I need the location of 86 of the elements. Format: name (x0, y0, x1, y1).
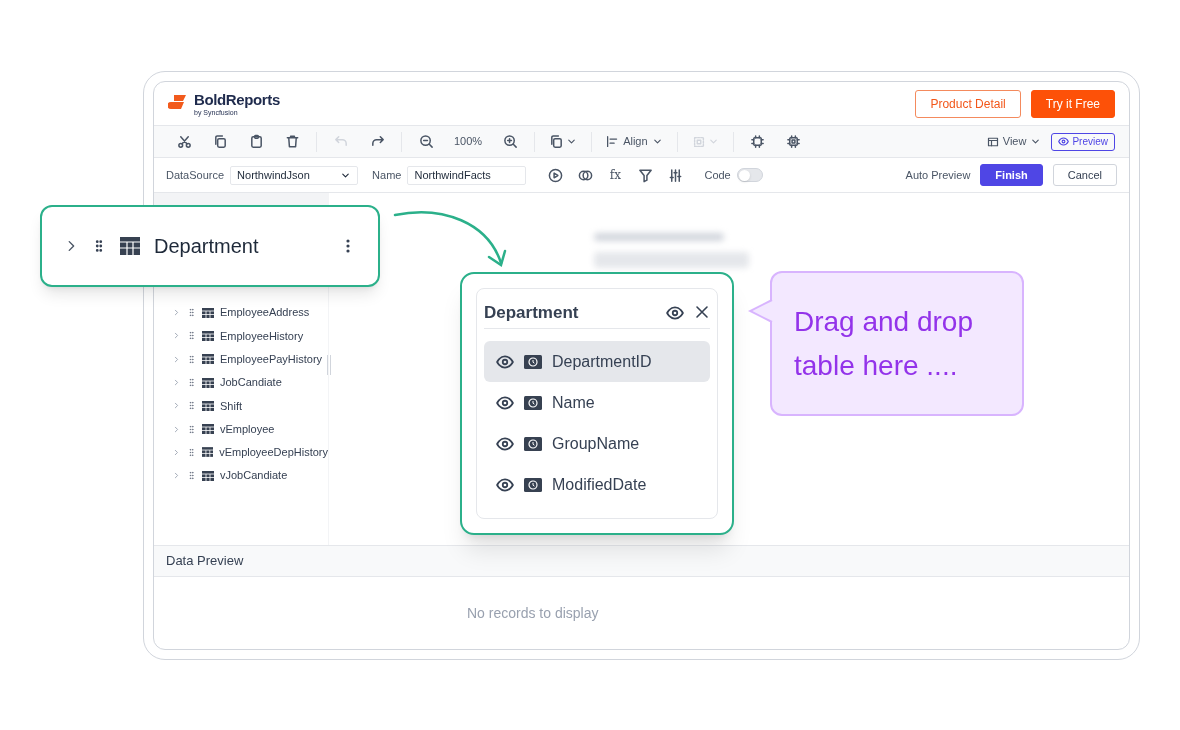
table-icon (202, 400, 214, 411)
drag-handle-icon (187, 471, 196, 481)
empty-message: No records to display (467, 603, 599, 623)
select-icon (691, 134, 706, 149)
close-icon (694, 303, 710, 320)
field-row[interactable]: DepartmentID (484, 341, 710, 382)
zoom-out-icon (418, 134, 434, 149)
caret-icon (651, 136, 663, 147)
align-icon (606, 135, 620, 148)
header-button[interactable]: Product Detail (915, 89, 1021, 118)
field-name: ModifiedDate (552, 474, 647, 495)
formula-button[interactable]: fx (604, 166, 627, 184)
caret-icon (566, 136, 578, 147)
finish-button[interactable]: Finish (980, 164, 1043, 186)
drag-handle-icon (187, 424, 196, 434)
copy-icon (549, 134, 565, 149)
field-name: GroupName (552, 433, 640, 454)
auto-preview-label: Auto Preview (905, 167, 971, 183)
hint-text: Drag and drop table here .... (794, 304, 974, 383)
eye-icon (1058, 136, 1070, 147)
code-label: Code (704, 167, 731, 183)
filter-icon (637, 167, 653, 183)
view-button[interactable]: View (986, 133, 1042, 150)
drag-handle-icon (187, 331, 196, 341)
table-icon (202, 424, 214, 435)
cancel-button[interactable]: Cancel (1052, 164, 1117, 186)
table-icon (201, 447, 214, 458)
callout-table-name: Department (154, 234, 260, 259)
drag-handle-icon (187, 378, 196, 388)
delete-icon (284, 134, 300, 149)
chevron-icon (172, 354, 181, 364)
data-preview-title: Data Preview (166, 552, 244, 571)
table-name[interactable]: vJobCandiate (220, 467, 288, 484)
scissors-icon (176, 134, 192, 149)
datetime-type-icon (524, 436, 542, 451)
table-name[interactable]: EmployeeHistory (220, 327, 304, 345)
table-icon (202, 330, 214, 341)
align-button[interactable]: Align (600, 129, 669, 154)
table-name[interactable]: vEmployeeDepHistory (219, 444, 328, 461)
chevron-icon (172, 447, 181, 457)
chevron-icon (172, 308, 181, 318)
preview-button[interactable]: Preview (1051, 132, 1115, 151)
caret-icon (707, 136, 719, 147)
table-name[interactable]: Shift (220, 397, 242, 415)
name-label: Name (372, 167, 402, 183)
chevron-icon (172, 424, 181, 434)
chevron-icon (172, 401, 181, 411)
layout-icon (986, 135, 999, 148)
undo-icon (333, 134, 349, 149)
name-field[interactable]: NorthwindFacts (407, 165, 527, 185)
logo-title: BoldReports (194, 91, 280, 107)
field-name: Name (552, 392, 595, 413)
drag-handle-icon (187, 354, 196, 364)
drag-handle-icon (187, 401, 196, 411)
field-name: DepartmentID (552, 351, 652, 372)
table-icon (202, 354, 214, 365)
table-icon (202, 377, 214, 388)
caret-icon (1030, 136, 1042, 147)
table-name[interactable]: EmployeePayHistory (220, 351, 323, 368)
table-icon (120, 237, 140, 255)
datetime-type-icon (524, 354, 542, 369)
table-name[interactable]: EmployeeAddress (220, 304, 310, 321)
datasource-label: DataSource (166, 167, 225, 183)
copy-icon (212, 134, 228, 149)
drag-handle-icon (186, 447, 196, 457)
table-icon (202, 470, 214, 481)
chip-icon (750, 134, 766, 149)
datasource-dropdown[interactable]: NorthwindJson (230, 165, 359, 185)
drag-handle-icon (187, 308, 196, 318)
field-list-title: Department (484, 301, 579, 324)
code-toggle[interactable] (736, 168, 763, 182)
redo-icon (369, 134, 385, 149)
clipboard-icon (248, 134, 264, 149)
datetime-type-icon (524, 395, 542, 410)
chevron-icon (172, 471, 181, 481)
zoom-level: 100% (453, 134, 484, 150)
datetime-type-icon (524, 477, 542, 492)
table-icon (202, 307, 214, 318)
sliders-icon (667, 167, 683, 183)
chevron-icon (172, 331, 181, 341)
play-icon (547, 167, 563, 183)
chevron-icon (172, 378, 181, 388)
chip-icon (786, 134, 802, 149)
zoom-in-icon (502, 134, 518, 149)
table-name[interactable]: JobCandiate (220, 374, 282, 391)
table-name[interactable]: vEmployee (220, 420, 275, 438)
